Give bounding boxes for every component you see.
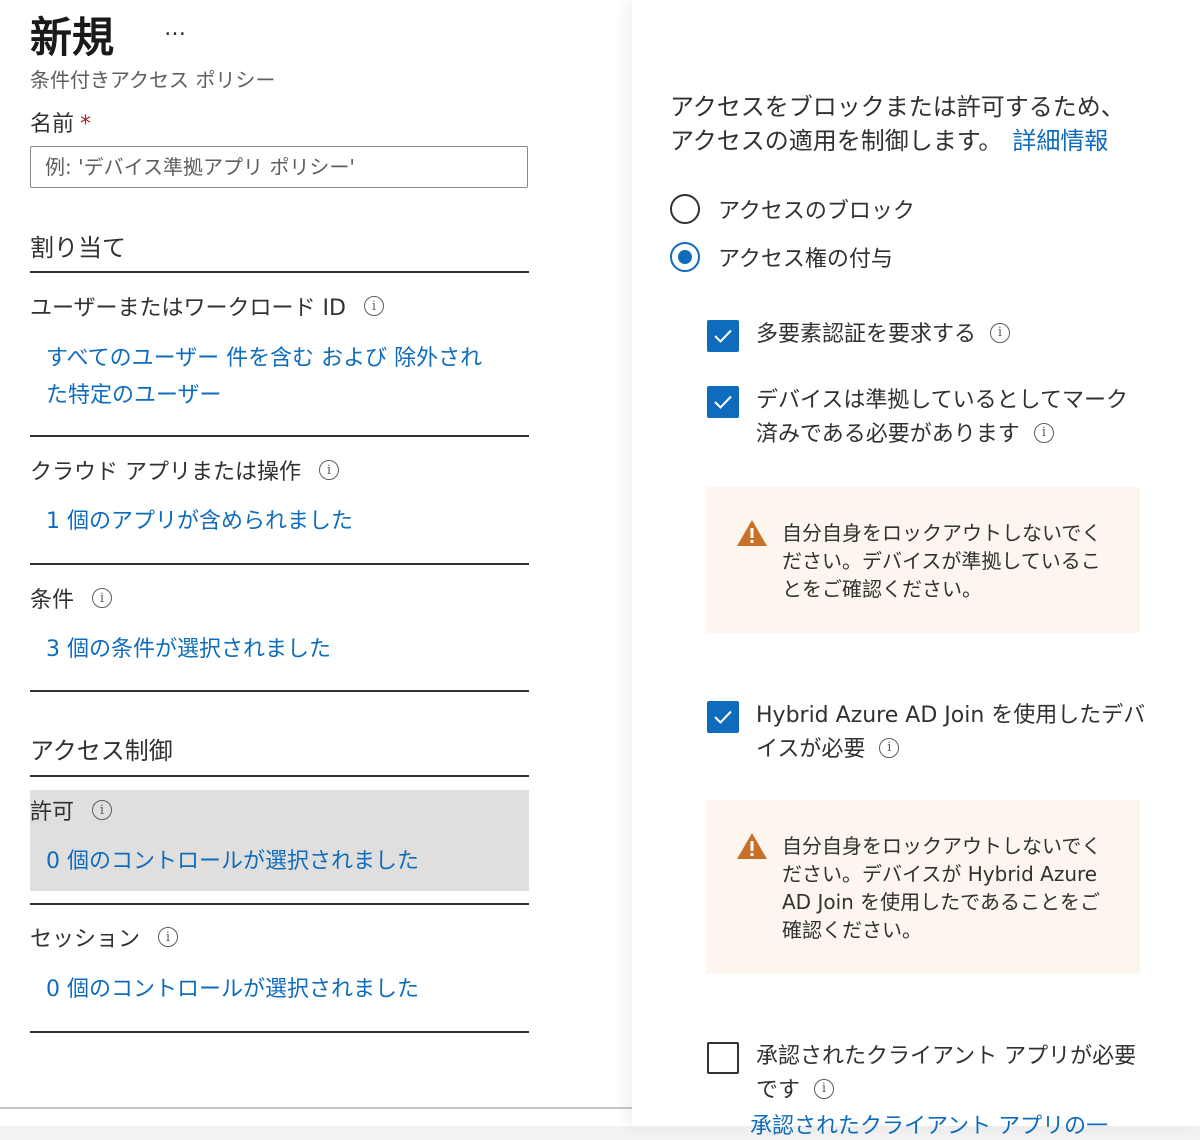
option-compliant-device[interactable]: デバイスは準拠しているとしてマーク済みである必要があります i — [707, 384, 1146, 452]
divider — [30, 1031, 529, 1033]
warning-hybrid: 自分自身をロックアウトしないでください。デバイスが Hybrid Azure A… — [706, 800, 1140, 974]
users-item-title: ユーザーまたはワークロード ID i — [30, 290, 384, 322]
radio-checked-icon[interactable] — [670, 242, 700, 272]
name-input[interactable] — [30, 146, 528, 188]
cloud-apps-item-label: クラウド アプリまたは操作 — [30, 460, 301, 485]
radio-block-label: アクセスのブロック — [718, 199, 915, 224]
session-item-label: セッション — [30, 927, 141, 952]
option-approved-app[interactable]: 承認されたクライアント アプリが必要です i — [707, 1040, 1146, 1108]
grant-item-label: 許可 — [30, 800, 75, 825]
option-compliant-label: デバイスは準拠しているとしてマーク済みである必要があります i — [756, 384, 1146, 452]
session-item-title: セッション i — [30, 921, 179, 953]
checkbox-checked-icon[interactable] — [707, 701, 739, 733]
required-mark: * — [80, 112, 92, 137]
grant-intro-line1: アクセスをブロックまたは許可するため、 — [670, 93, 1125, 121]
grant-intro: アクセスをブロックまたは許可するため、 アクセスの適用を制御します。 詳細情報 — [670, 90, 1170, 158]
grant-intro-line2-wrap: アクセスの適用を制御します。 詳細情報 — [670, 124, 1170, 158]
warning-compliant-text: 自分自身をロックアウトしないでください。デバイスが準拠していることをご確認くださ… — [782, 521, 1102, 601]
divider — [30, 563, 529, 565]
radio-grant-label: アクセス権の付与 — [718, 247, 893, 272]
info-icon[interactable]: i — [879, 738, 900, 758]
users-link[interactable]: すべてのユーザー 件を含む および 除外され た特定のユーザー — [46, 340, 482, 414]
divider — [30, 271, 529, 273]
conditions-link[interactable]: 3 個の条件が選択されました — [46, 631, 331, 668]
cloud-apps-item-title: クラウド アプリまたは操作 i — [30, 454, 339, 486]
warning-icon — [737, 833, 767, 859]
option-hybrid-join[interactable]: Hybrid Azure AD Join を使用したデバイスが必要 i — [707, 699, 1146, 767]
info-icon[interactable]: i — [1033, 423, 1054, 443]
name-label-text: 名前 — [30, 112, 75, 137]
checkbox-unchecked-icon[interactable] — [707, 1042, 739, 1074]
more-options-icon[interactable]: … — [164, 16, 187, 41]
info-icon[interactable]: i — [319, 460, 339, 480]
option-hybrid-text: Hybrid Azure AD Join を使用したデバイスが必要 — [756, 703, 1146, 762]
radio-grant-access[interactable]: アクセス権の付与 — [670, 241, 893, 273]
option-mfa-text: 多要素認証を要求する — [756, 322, 977, 347]
option-mfa[interactable]: 多要素認証を要求する i — [707, 318, 1146, 352]
info-icon[interactable]: i — [92, 800, 113, 820]
grant-link[interactable]: 0 個のコントロールが選択されました — [46, 843, 419, 880]
policy-blade: 新規 … 条件付きアクセス ポリシー 名前* 割り当て ユーザーまたはワークロー… — [0, 0, 632, 1126]
warning-compliant: 自分自身をロックアウトしないでください。デバイスが準拠していることをご確認くださ… — [706, 487, 1140, 633]
divider — [30, 903, 529, 905]
radio-dot — [678, 250, 692, 264]
divider — [30, 690, 529, 692]
option-compliant-text: デバイスは準拠しているとしてマーク済みである必要があります — [756, 388, 1129, 447]
checkbox-checked-icon[interactable] — [707, 386, 739, 418]
info-icon[interactable]: i — [158, 927, 179, 947]
radio-unchecked-icon[interactable] — [670, 194, 700, 224]
conditions-item-title: 条件 i — [30, 582, 113, 614]
option-mfa-label: 多要素認証を要求する i — [756, 318, 1146, 352]
option-hybrid-label: Hybrid Azure AD Join を使用したデバイスが必要 i — [756, 699, 1146, 767]
grant-intro-line2: アクセスの適用を制御します。 — [670, 127, 1003, 155]
info-icon[interactable]: i — [363, 296, 384, 316]
approved-apps-list-link[interactable]: 承認されたクライアント アプリの一 — [750, 1108, 1108, 1140]
session-link[interactable]: 0 個のコントロールが選択されました — [46, 971, 419, 1008]
info-icon[interactable]: i — [814, 1079, 835, 1099]
page-title: 新規 — [30, 13, 115, 62]
option-approved-app-text: 承認されたクライアント アプリが必要です — [756, 1044, 1137, 1103]
page-subtitle: 条件付きアクセス ポリシー — [30, 68, 276, 92]
info-icon[interactable]: i — [92, 588, 113, 608]
users-item-label: ユーザーまたはワークロード ID — [30, 296, 346, 321]
warning-icon — [737, 520, 767, 546]
footer-divider — [0, 1107, 632, 1109]
name-label: 名前 * — [30, 106, 91, 138]
checkbox-checked-icon[interactable] — [707, 320, 739, 352]
assignments-heading: 割り当て — [30, 234, 126, 262]
divider — [30, 435, 529, 437]
warning-hybrid-text: 自分自身をロックアウトしないでください。デバイスが Hybrid Azure A… — [782, 834, 1102, 942]
access-controls-heading: アクセス制御 — [30, 737, 173, 765]
users-link-line1: すべてのユーザー 件を含む および 除外され — [46, 346, 483, 371]
option-approved-app-label: 承認されたクライアント アプリが必要です i — [756, 1040, 1146, 1108]
users-link-line2: た特定のユーザー — [46, 383, 222, 408]
learn-more-link[interactable]: 詳細情報 — [1012, 127, 1108, 155]
radio-block-access[interactable]: アクセスのブロック — [670, 193, 915, 225]
grant-blade: アクセスをブロックまたは許可するため、 アクセスの適用を制御します。 詳細情報 ア… — [632, 0, 1200, 1139]
conditions-item-label: 条件 — [30, 588, 75, 613]
divider — [30, 775, 529, 777]
grant-item-title: 許可 i — [30, 794, 113, 826]
info-icon[interactable]: i — [990, 323, 1011, 343]
cloud-apps-link[interactable]: 1 個のアプリが含められました — [46, 503, 353, 540]
